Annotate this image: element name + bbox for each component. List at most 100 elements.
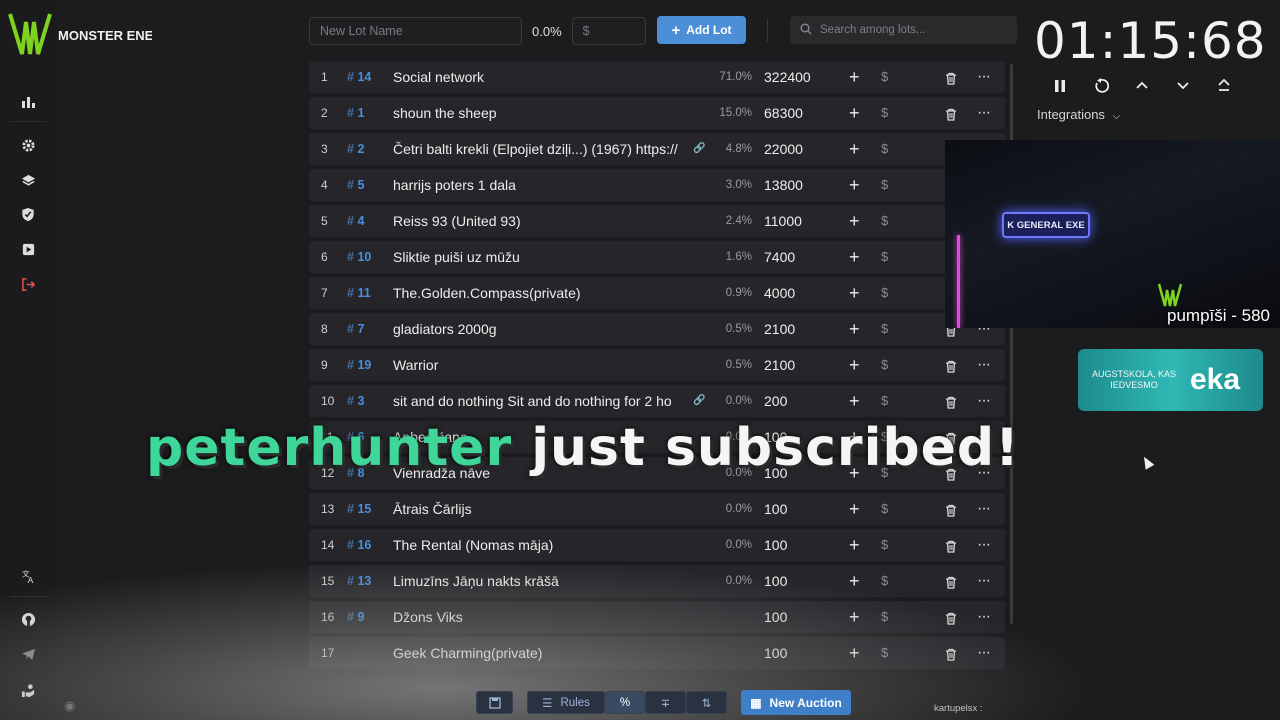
- dollar-icon[interactable]: $: [881, 637, 888, 669]
- add-amount-icon[interactable]: +: [849, 277, 860, 309]
- add-amount-icon[interactable]: +: [849, 493, 860, 525]
- trash-icon[interactable]: [945, 349, 957, 381]
- lot-amount[interactable]: 100: [764, 529, 787, 561]
- lot-row[interactable]: # 13 15 Limuzīns Jāņu nakts krāšā 0.0% 100 + $…: [309, 565, 1005, 597]
- lot-amount[interactable]: 100: [764, 493, 787, 525]
- lot-name[interactable]: harrijs poters 1 dala: [393, 169, 683, 201]
- add-amount-icon[interactable]: +: [849, 313, 860, 345]
- lot-amount[interactable]: 100: [764, 601, 787, 633]
- lot-amount[interactable]: 2100: [764, 313, 795, 345]
- gear-icon[interactable]: [14, 131, 42, 159]
- lot-name[interactable]: gladiators 2000g: [393, 313, 683, 345]
- add-amount-icon[interactable]: +: [849, 565, 860, 597]
- more-icon[interactable]: ···: [977, 385, 991, 417]
- lot-row[interactable]: 17 Geek Charming(private) 100 + $ ···: [309, 637, 1005, 669]
- lot-name[interactable]: Džons Viks: [393, 601, 683, 633]
- add-amount-icon[interactable]: +: [849, 205, 860, 237]
- more-icon[interactable]: ···: [977, 601, 991, 633]
- donate-icon[interactable]: [14, 676, 42, 704]
- dollar-icon[interactable]: $: [881, 349, 888, 381]
- lot-row[interactable]: # 106Sliktie puiši uz mūžu1.6%7400+$···: [309, 241, 1005, 273]
- dollar-icon[interactable]: $: [881, 565, 888, 597]
- chevron-down-icon[interactable]: [1172, 78, 1194, 98]
- dollar-icon[interactable]: $: [881, 61, 888, 93]
- lot-row[interactable]: # 14 1 Social network 71.0% 322400 + $ ···: [309, 61, 1005, 93]
- logout-icon[interactable]: [14, 270, 42, 298]
- lot-amount[interactable]: 22000: [764, 133, 803, 165]
- link-icon[interactable]: 🔗: [693, 385, 705, 417]
- dollar-icon[interactable]: $: [881, 493, 888, 525]
- more-icon[interactable]: ···: [977, 565, 991, 597]
- lot-amount[interactable]: 200: [764, 385, 787, 417]
- sort-icon[interactable]: ⇅: [686, 691, 727, 714]
- add-amount-icon[interactable]: +: [849, 169, 860, 201]
- trash-icon[interactable]: [945, 97, 957, 129]
- trash-icon[interactable]: [945, 565, 957, 597]
- lot-name[interactable]: Reiss 93 (United 93): [393, 205, 683, 237]
- lot-name[interactable]: Sliktie puiši uz mūžu: [393, 241, 683, 273]
- lot-amount[interactable]: 68300: [764, 97, 803, 129]
- add-amount-icon[interactable]: +: [849, 385, 860, 417]
- dollar-icon[interactable]: $: [881, 205, 888, 237]
- dollar-icon[interactable]: $: [881, 385, 888, 417]
- lot-amount[interactable]: 13800: [764, 169, 803, 201]
- dollar-icon[interactable]: $: [881, 133, 888, 165]
- split-icon[interactable]: ∓: [645, 691, 686, 714]
- lot-amount[interactable]: 4000: [764, 277, 795, 309]
- lot-name[interactable]: Social network: [393, 61, 683, 93]
- dollar-icon[interactable]: $: [881, 97, 888, 129]
- layers-icon[interactable]: [14, 166, 42, 194]
- dollar-icon[interactable]: $: [881, 601, 888, 633]
- save-icon[interactable]: [476, 691, 513, 714]
- lot-row[interactable]: # 16 14 The Rental (Nomas māja) 0.0% 100 + $ ··…: [309, 529, 1005, 561]
- lot-name[interactable]: The.Golden.Compass(private): [393, 277, 683, 309]
- more-icon[interactable]: ···: [977, 637, 991, 669]
- more-icon[interactable]: ···: [977, 97, 991, 129]
- lot-name[interactable]: Ātrais Čārlijs: [393, 493, 683, 525]
- pause-icon[interactable]: [1049, 78, 1071, 98]
- trash-icon[interactable]: [945, 601, 957, 633]
- lot-name[interactable]: Geek Charming(private): [393, 637, 683, 669]
- lot-row[interactable]: # 11 7 The.Golden.Compass(private) 0.9% 4000…: [309, 277, 1005, 309]
- lot-amount[interactable]: 11000: [764, 205, 802, 237]
- dollar-icon[interactable]: $: [881, 313, 888, 345]
- lot-name[interactable]: shoun the sheep: [393, 97, 683, 129]
- lot-row[interactable]: # 3 10 sit and do nothing Sit and do nothi…: [309, 385, 1005, 417]
- search-box[interactable]: Search among lots...: [790, 16, 1017, 44]
- restart-icon[interactable]: [1090, 78, 1112, 98]
- lot-row[interactable]: # 45Reiss 93 (United 93)2.4%11000+$···: [309, 205, 1005, 237]
- dollar-icon[interactable]: $: [881, 277, 888, 309]
- lot-row[interactable]: # 54harrijs poters 1 dala3.0%13800+$···: [309, 169, 1005, 201]
- shield-icon[interactable]: [14, 200, 42, 228]
- new-auction-button[interactable]: ▦ New Auction: [741, 690, 851, 715]
- add-amount-icon[interactable]: +: [849, 601, 860, 633]
- translate-icon[interactable]: 文A: [14, 562, 42, 590]
- add-amount-icon[interactable]: +: [849, 97, 860, 129]
- amount-input[interactable]: $: [571, 17, 646, 45]
- lot-amount[interactable]: 322400: [764, 61, 811, 93]
- telegram-icon[interactable]: [14, 640, 42, 668]
- lot-name[interactable]: sit and do nothing Sit and do nothing fo…: [393, 385, 683, 417]
- eye-icon[interactable]: ◉: [64, 698, 75, 714]
- lot-name[interactable]: The Rental (Nomas māja): [393, 529, 683, 561]
- lot-name-input[interactable]: New Lot Name: [309, 17, 522, 45]
- add-amount-icon[interactable]: +: [849, 349, 860, 381]
- more-icon[interactable]: ···: [977, 529, 991, 561]
- add-amount-icon[interactable]: +: [849, 529, 860, 561]
- trash-icon[interactable]: [945, 61, 957, 93]
- lot-amount[interactable]: 7400: [764, 241, 795, 273]
- dollar-icon[interactable]: $: [881, 169, 888, 201]
- dollar-icon[interactable]: $: [881, 529, 888, 561]
- lot-name[interactable]: Četri balti krekli (Elpojiet dziļi...) (…: [393, 133, 683, 165]
- github-icon[interactable]: [14, 605, 42, 633]
- trash-icon[interactable]: [945, 637, 957, 669]
- media-icon[interactable]: [14, 235, 42, 263]
- link-icon[interactable]: 🔗: [693, 133, 705, 165]
- trash-icon[interactable]: [945, 529, 957, 561]
- lot-amount[interactable]: 100: [764, 637, 787, 669]
- search-input[interactable]: Search among lots...: [820, 24, 925, 36]
- lot-amount[interactable]: 2100: [764, 349, 795, 381]
- rules-button[interactable]: ☰ Rules: [527, 691, 605, 714]
- add-amount-icon[interactable]: +: [849, 133, 860, 165]
- dollar-icon[interactable]: $: [881, 241, 888, 273]
